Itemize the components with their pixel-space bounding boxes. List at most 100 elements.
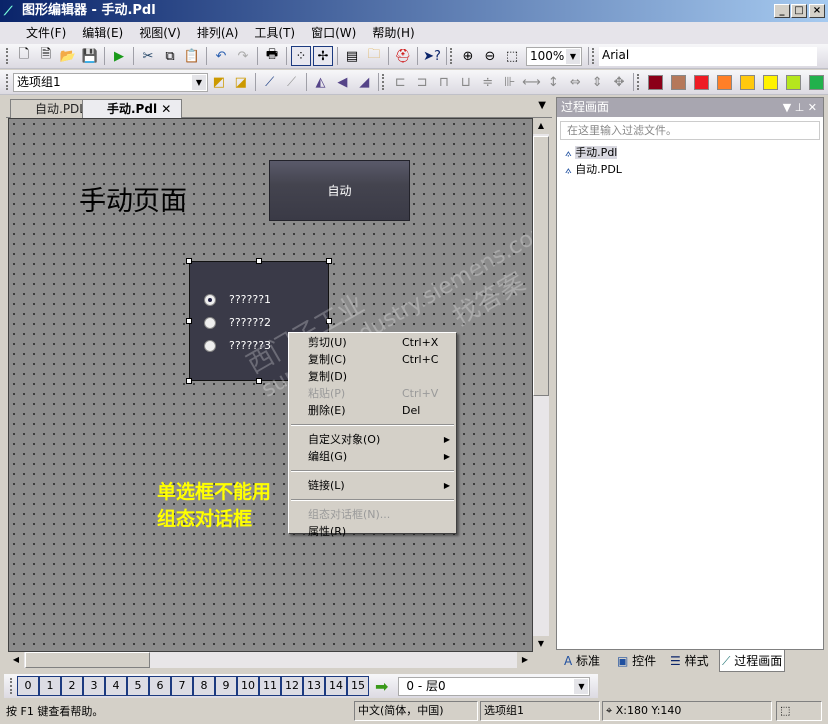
send-back-icon[interactable]: ◪: [231, 72, 251, 92]
layer-button[interactable]: 13: [303, 676, 325, 696]
tab-styles[interactable]: ☰ 样式: [668, 650, 711, 672]
auto-button[interactable]: 自动: [269, 160, 410, 221]
layer-button[interactable]: 2: [61, 676, 83, 696]
arrow-right-icon[interactable]: ➡: [375, 677, 388, 696]
zoom-select[interactable]: 100% ▼: [526, 46, 582, 66]
horizontal-scrollbar[interactable]: ◀ ▶: [8, 652, 533, 668]
context-menu-item[interactable]: 编组(G) ▶: [289, 448, 456, 465]
color-swatch[interactable]: [809, 74, 824, 90]
layer-select[interactable]: 0 - 层0 ▼: [398, 676, 591, 696]
grid-icon[interactable]: ⁘: [291, 46, 311, 66]
menu-file[interactable]: 文件(F): [18, 22, 74, 44]
paste-icon[interactable]: 📋: [182, 46, 202, 66]
print-icon[interactable]: 🖶: [262, 46, 282, 66]
layer-button[interactable]: 12: [281, 676, 303, 696]
bring-front-icon[interactable]: ◩: [209, 72, 229, 92]
zoom-out-icon[interactable]: ⊖: [480, 46, 500, 66]
layer-button[interactable]: 10: [237, 676, 259, 696]
tab-process-pictures[interactable]: ⟋ 过程画面: [719, 650, 786, 672]
center-vertical-icon[interactable]: ⊪: [500, 72, 520, 92]
context-menu-item[interactable]: 复制(C) Ctrl+C: [289, 351, 456, 368]
context-menu-item[interactable]: 链接(L) ▶: [289, 477, 456, 494]
undo-icon[interactable]: ↶: [211, 46, 231, 66]
snap-grid-icon[interactable]: ✢: [313, 46, 333, 66]
horizontal-scroll-thumb[interactable]: [25, 652, 150, 668]
context-menu-item[interactable]: 组态对话框(N)...: [289, 506, 456, 523]
copy-icon[interactable]: ⧉: [160, 46, 180, 66]
scroll-left-icon[interactable]: ◀: [8, 652, 24, 668]
menu-tools[interactable]: 工具(T): [246, 22, 303, 44]
same-size-icon[interactable]: ✥: [609, 72, 629, 92]
layer-button[interactable]: 5: [127, 676, 149, 696]
context-menu-item[interactable]: 属性(R): [289, 523, 456, 540]
center-horizontal-icon[interactable]: ≑: [478, 72, 498, 92]
space-horizontal-icon[interactable]: ⟷: [522, 72, 542, 92]
link-icon[interactable]: ⟋: [260, 72, 280, 92]
save-icon[interactable]: 💾: [80, 46, 100, 66]
vertical-scroll-thumb[interactable]: [533, 136, 549, 396]
maximize-button[interactable]: □: [791, 4, 807, 18]
layer-button[interactable]: 6: [149, 676, 171, 696]
same-height-icon[interactable]: ⇕: [587, 72, 607, 92]
file-item[interactable]: ⟑ 手动.Pdl: [565, 144, 823, 161]
layer-button[interactable]: 3: [83, 676, 105, 696]
unlink-icon[interactable]: ⟋: [282, 72, 302, 92]
context-menu-item[interactable]: 复制(D): [289, 368, 456, 385]
vertical-scrollbar[interactable]: ▲ ▼: [533, 118, 549, 652]
zoom-in-icon[interactable]: ⊕: [458, 46, 478, 66]
tab-standard[interactable]: A 标准: [562, 650, 602, 672]
same-width-icon[interactable]: ⇔: [565, 72, 585, 92]
radio-button[interactable]: [204, 316, 216, 329]
layer-button[interactable]: 0: [17, 676, 39, 696]
object-select[interactable]: 选项组1 ▼: [13, 72, 208, 92]
panel-close-icon[interactable]: ✕: [808, 101, 817, 114]
radio-button[interactable]: [204, 293, 216, 306]
scroll-right-icon[interactable]: ▶: [517, 652, 533, 668]
context-menu-item[interactable]: 剪切(U) Ctrl+X: [289, 334, 456, 351]
file-item[interactable]: ⟑ 自动.PDL: [565, 161, 823, 178]
tab-controls[interactable]: ▣ 控件: [615, 650, 658, 672]
color-swatch[interactable]: [717, 74, 732, 90]
flip-vertical-icon[interactable]: ◀: [332, 72, 352, 92]
context-menu-item[interactable]: 删除(E) Del: [289, 402, 456, 419]
layer-button[interactable]: 15: [347, 676, 369, 696]
close-button[interactable]: ×: [809, 4, 825, 18]
color-swatch[interactable]: [671, 74, 686, 90]
minimize-button[interactable]: _: [774, 4, 790, 18]
tab-manual-pdl[interactable]: 手动.Pdl ✕: [82, 99, 183, 118]
zoom-area-icon[interactable]: ⬚: [502, 46, 522, 66]
panel-menu-icon[interactable]: ▼: [783, 101, 791, 114]
new-icon[interactable]: 🗋: [14, 46, 34, 66]
align-right-icon[interactable]: ⊐: [412, 72, 432, 92]
rotate-icon[interactable]: ◢: [354, 72, 374, 92]
cut-icon[interactable]: ✂: [138, 46, 158, 66]
align-top-icon[interactable]: ⊓: [434, 72, 454, 92]
align-left-icon[interactable]: ⊏: [390, 72, 410, 92]
layers-icon[interactable]: ▤: [342, 46, 362, 66]
run-icon[interactable]: ▶: [109, 46, 129, 66]
close-tab-icon[interactable]: ✕: [161, 102, 171, 116]
folder-icon[interactable]: 🗀: [364, 46, 384, 66]
object-palette-icon[interactable]: ⛑: [393, 46, 413, 66]
menu-window[interactable]: 窗口(W): [303, 22, 364, 44]
scroll-down-icon[interactable]: ▼: [533, 636, 549, 652]
menu-edit[interactable]: 编辑(E): [74, 22, 131, 44]
menu-view[interactable]: 视图(V): [131, 22, 189, 44]
radio-option[interactable]: ??????1: [190, 288, 328, 311]
scroll-up-icon[interactable]: ▲: [533, 118, 549, 134]
layer-button[interactable]: 4: [105, 676, 127, 696]
menu-help[interactable]: 帮助(H): [364, 22, 422, 44]
color-swatch[interactable]: [740, 74, 755, 90]
radio-button[interactable]: [204, 339, 216, 352]
filter-input[interactable]: 在这里输入过滤文件。: [560, 121, 820, 140]
help-pointer-icon[interactable]: ➤?: [422, 46, 442, 66]
color-swatch[interactable]: [648, 74, 663, 90]
pin-icon[interactable]: ⊥: [795, 101, 805, 114]
layer-button[interactable]: 1: [39, 676, 61, 696]
tab-list-chevron-icon[interactable]: ▼: [538, 100, 546, 111]
layer-button[interactable]: 7: [171, 676, 193, 696]
layer-button[interactable]: 14: [325, 676, 347, 696]
layer-button[interactable]: 11: [259, 676, 281, 696]
menu-arrange[interactable]: 排列(A): [189, 22, 247, 44]
layer-button[interactable]: 8: [193, 676, 215, 696]
